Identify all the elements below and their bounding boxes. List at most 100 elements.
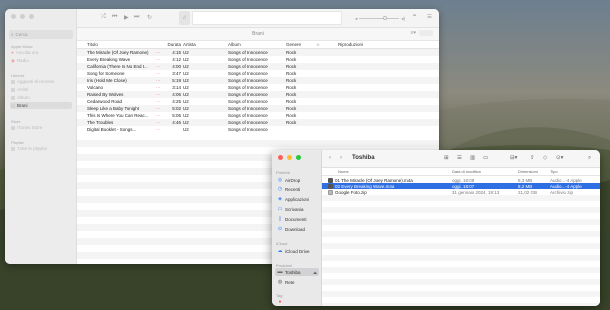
table-row[interactable]: Digital Booklet - Songs... ··· U2 Songs of … bbox=[77, 126, 439, 133]
more-options-icon[interactable]: ··· bbox=[156, 92, 166, 97]
filter-icon[interactable]: ≡▾ bbox=[411, 30, 416, 36]
back-button[interactable]: ‹ bbox=[329, 155, 331, 161]
sidebar-item-airdrop[interactable]: ◎ AirDrop bbox=[275, 176, 319, 184]
more-options-icon[interactable]: ··· bbox=[156, 120, 166, 125]
sidebar-item-tag-red[interactable]: ● bbox=[275, 298, 319, 306]
minimize-button[interactable] bbox=[287, 155, 292, 160]
window-controls bbox=[278, 155, 301, 160]
search-icon[interactable]: ⌕ bbox=[588, 155, 591, 162]
more-options-icon[interactable]: ··· bbox=[156, 64, 166, 69]
table-row[interactable]: This Is Where You Can Reac... ··· 5:05 U2 So… bbox=[77, 112, 439, 119]
more-options-icon[interactable]: ··· bbox=[156, 113, 166, 118]
previous-track-icon[interactable]: ⏮ bbox=[112, 14, 117, 21]
music-search-field[interactable]: ⌕ Cerca bbox=[9, 30, 73, 39]
close-button[interactable] bbox=[278, 155, 283, 160]
column-header-title[interactable]: Titolo bbox=[77, 42, 156, 47]
sidebar-item-applications[interactable]: ◈ Applicazioni bbox=[275, 195, 319, 203]
icon-view-icon[interactable]: ⊞ bbox=[444, 155, 449, 161]
table-row[interactable]: Volcano ··· 3:14 U2 Songs of Innocence Rock bbox=[77, 84, 439, 91]
table-row[interactable]: California (There Is No End t... ··· 4:00 U… bbox=[77, 63, 439, 70]
filter-field[interactable] bbox=[419, 30, 433, 36]
close-button[interactable] bbox=[11, 14, 16, 19]
file-kind: Audio...-4 Apple bbox=[550, 177, 582, 183]
view-title: Brani bbox=[252, 31, 264, 37]
sidebar-item-recently-added[interactable]: Aggiunti di recente bbox=[10, 78, 72, 85]
column-header-kind[interactable]: Tipo bbox=[550, 169, 600, 174]
group-icon[interactable]: ⊟▾ bbox=[510, 155, 517, 161]
eject-icon[interactable]: ⏏ bbox=[313, 270, 317, 275]
column-header-duration[interactable]: Durata bbox=[166, 42, 183, 47]
zoom-button[interactable] bbox=[29, 14, 34, 19]
sidebar-item-listen-now[interactable]: ● Ascolta ora bbox=[10, 49, 72, 56]
sidebar-item-label: iTunes Store bbox=[17, 125, 43, 130]
zoom-button[interactable] bbox=[296, 155, 301, 160]
more-options-icon[interactable]: ··· bbox=[156, 71, 166, 76]
minimize-button[interactable] bbox=[20, 14, 25, 19]
more-options-icon[interactable]: ··· bbox=[156, 99, 166, 104]
play-icon[interactable]: ▶ bbox=[124, 14, 129, 21]
next-track-icon[interactable]: ⏭ bbox=[134, 14, 139, 21]
track-album: Songs of Innocence bbox=[228, 71, 268, 76]
column-header-size[interactable]: Dimensioni bbox=[518, 169, 550, 174]
shuffle-icon[interactable]: ⤮ bbox=[101, 14, 106, 21]
sidebar-item-all-playlists[interactable]: Tutte le playlist bbox=[10, 145, 72, 152]
table-row[interactable]: Sleep Like a Baby Tonight ··· 5:02 U2 Songs … bbox=[77, 105, 439, 112]
sidebar-item-itunes-store[interactable]: iTunes Store bbox=[10, 124, 72, 131]
sidebar-item-radio[interactable]: ◉ Radio bbox=[10, 57, 72, 64]
sidebar-item-artists[interactable]: Artisti bbox=[10, 86, 72, 93]
file-size: 8,2 MB bbox=[518, 183, 533, 189]
artwork-placeholder: ♫ bbox=[179, 11, 190, 25]
volume-knob[interactable] bbox=[383, 16, 388, 20]
track-artist: U2 bbox=[183, 50, 189, 55]
more-options-icon[interactable]: ··· bbox=[156, 78, 166, 83]
column-header-favorite[interactable]: ☆ bbox=[316, 42, 338, 48]
zip-file-icon bbox=[328, 189, 333, 195]
queue-icon[interactable]: ☰ bbox=[427, 14, 432, 20]
file-row[interactable]: Google Foto.zip 31 gennaio 2024, 19:13 21,… bbox=[322, 189, 600, 195]
more-options-icon[interactable]: ··· bbox=[156, 57, 166, 62]
gallery-view-icon[interactable]: ▭ bbox=[483, 155, 488, 161]
repeat-icon[interactable]: ↻ bbox=[147, 14, 152, 21]
column-header-album[interactable]: Album bbox=[228, 42, 286, 47]
more-options-icon[interactable]: ··· bbox=[156, 50, 166, 55]
table-row[interactable]: The Miracle (Of Joey Ramone) ··· 4:15 U2 Son… bbox=[77, 49, 439, 56]
track-title: This Is Where You Can Reac... bbox=[87, 113, 149, 118]
sidebar-item-recents[interactable]: ◷ Recenti bbox=[275, 185, 319, 193]
column-header-artist[interactable]: Artista bbox=[183, 42, 228, 47]
list-view-icon[interactable]: ☰ bbox=[457, 155, 462, 161]
file-name: 02 Every Breaking Wave.m4a bbox=[335, 183, 395, 189]
tag-icon[interactable]: ◇ bbox=[543, 155, 547, 161]
forward-button[interactable]: › bbox=[340, 155, 342, 161]
sidebar-item-icloud-drive[interactable]: ☁ iCloud Drive bbox=[275, 247, 319, 255]
column-header-date[interactable]: Data di modifica bbox=[452, 169, 518, 174]
file-row[interactable]: 02 Every Breaking Wave.m4a oggi, 18:07 8,2… bbox=[322, 183, 600, 189]
sidebar-item-songs[interactable]: Brani bbox=[10, 102, 72, 109]
more-actions-icon[interactable]: ⊙▾ bbox=[556, 155, 563, 161]
sidebar-item-albums[interactable]: Album bbox=[10, 94, 72, 101]
track-title: Raised By Wolves bbox=[87, 92, 124, 97]
track-artist: U2 bbox=[183, 78, 189, 83]
column-view-icon[interactable]: ▥ bbox=[470, 155, 475, 161]
column-header-name[interactable]: Nome bbox=[322, 169, 452, 174]
table-row[interactable]: The Troubles ··· 4:46 U2 Songs of Innocence R… bbox=[77, 119, 439, 126]
table-row[interactable]: Iris (Hold Me Close) ··· 5:19 U2 Songs of In… bbox=[77, 77, 439, 84]
more-options-icon[interactable]: ··· bbox=[156, 85, 166, 90]
sidebar-item-documents[interactable]: ▯ Documenti bbox=[275, 215, 319, 223]
more-options-icon[interactable]: ··· bbox=[156, 127, 166, 132]
file-row[interactable]: 01 The Miracle (Of Joey Ramone).m4a oggi,… bbox=[322, 177, 600, 183]
more-options-icon[interactable]: ··· bbox=[156, 106, 166, 111]
table-row[interactable]: Every Breaking Wave ··· 4:12 U2 Songs of Inn… bbox=[77, 56, 439, 63]
sidebar-item-downloads[interactable]: ⊙ Download bbox=[275, 225, 319, 233]
table-row[interactable]: Raised By Wolves ··· 4:06 U2 Songs of Innoce… bbox=[77, 91, 439, 98]
table-row[interactable]: Cedarwood Road ··· 4:25 U2 Songs of Innocenc… bbox=[77, 98, 439, 105]
sidebar-item-label: Tutte le playlist bbox=[17, 146, 47, 151]
column-header-genre[interactable]: Genere bbox=[286, 42, 316, 47]
column-header-plays[interactable]: Riproduzioni bbox=[338, 42, 439, 47]
sidebar-item-toshiba[interactable]: ▬ Toshiba ⏏ bbox=[275, 268, 319, 276]
volume-slider[interactable]: ◂ ◂) bbox=[355, 16, 405, 21]
table-row[interactable]: Song for Someone ··· 3:47 U2 Songs of Innoce… bbox=[77, 70, 439, 77]
sidebar-item-desktop[interactable]: ▭ Scrivania bbox=[275, 205, 319, 213]
sidebar-item-network[interactable]: ◍ Rete bbox=[275, 278, 319, 286]
lyrics-icon[interactable]: ❝ bbox=[413, 14, 416, 20]
share-icon[interactable]: ⇪ bbox=[530, 155, 535, 161]
